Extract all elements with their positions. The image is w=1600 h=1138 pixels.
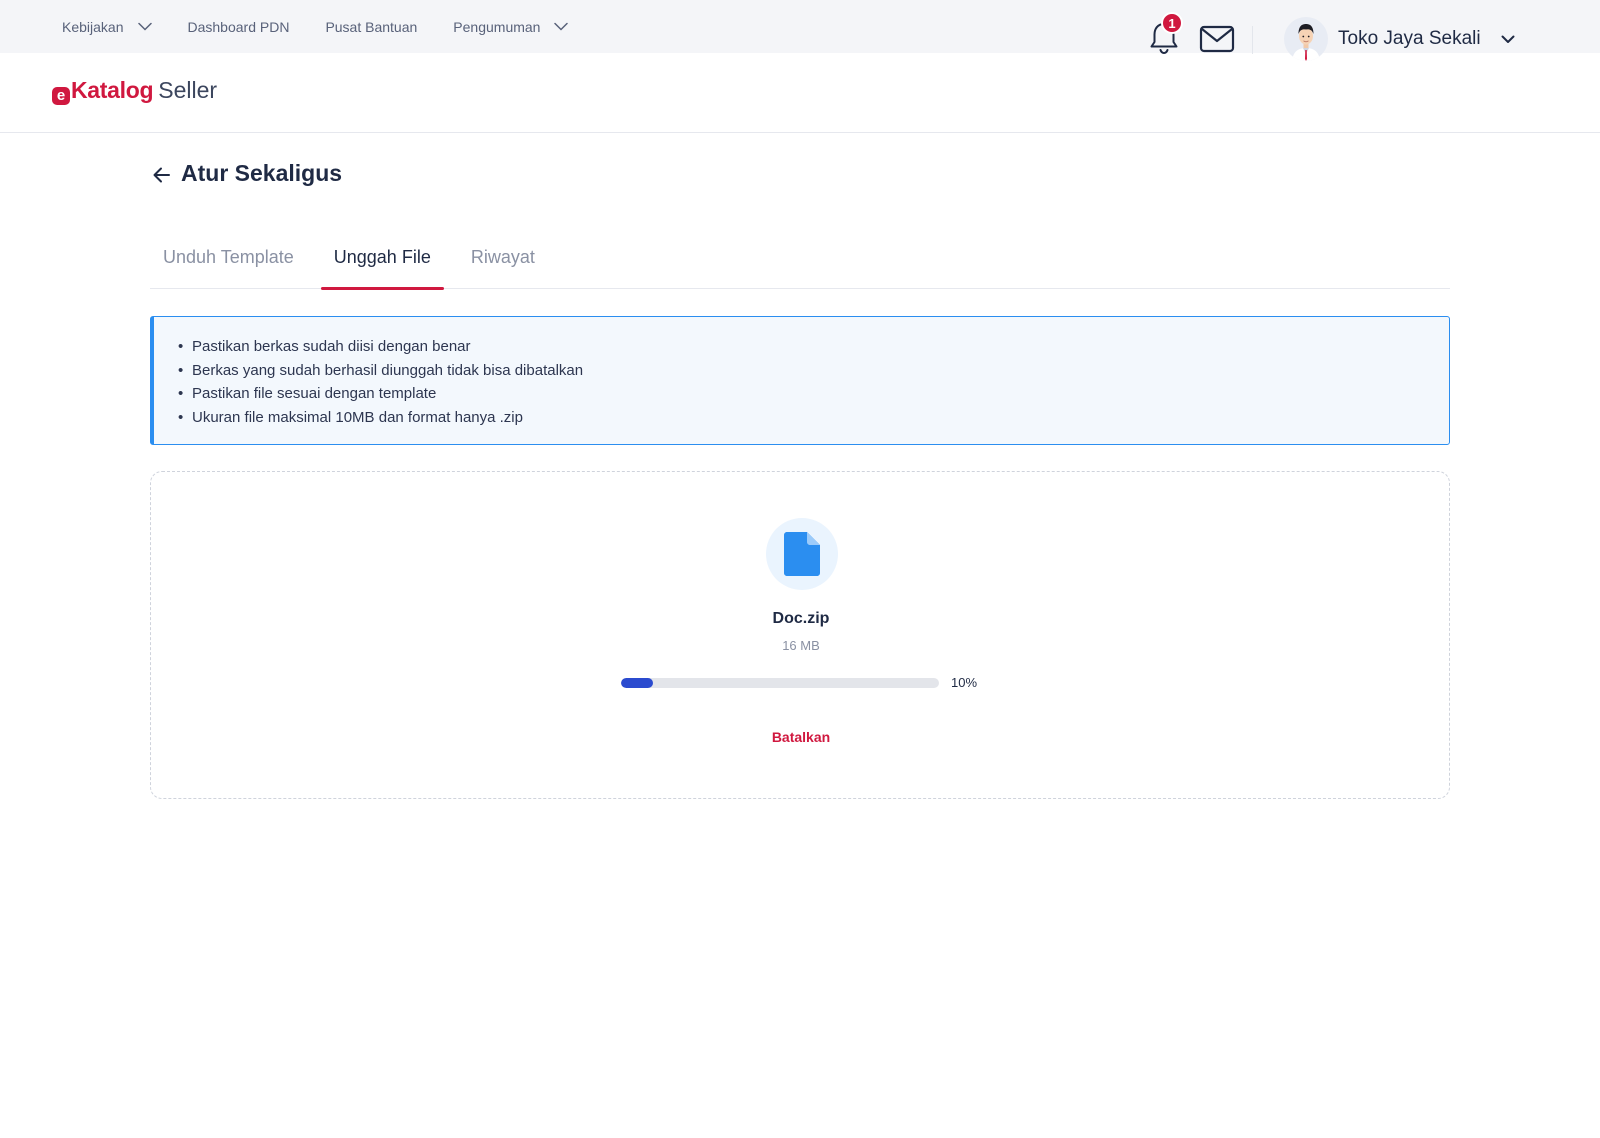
upload-progress-bar <box>621 678 939 688</box>
file-name: Doc.zip <box>772 610 830 627</box>
list-item: • Ukuran file maksimal 10MB dan format ha… <box>178 406 1449 430</box>
logo-mark: e <box>52 86 70 105</box>
list-item: • Pastikan berkas sudah diisi dengan bena… <box>178 335 1449 359</box>
upload-dropzone[interactable]: Doc.zip 16 MB 10% Batalkan <box>150 471 1450 799</box>
page-title: Atur Sekaligus <box>181 160 343 186</box>
topbar-item-label: Pengumuman <box>453 18 541 35</box>
mail-icon <box>1199 25 1235 53</box>
info-box: • Pastikan berkas sudah diisi dengan bena… <box>150 316 1450 445</box>
topbar-item-pusat-bantuan[interactable]: Pusat Bantuan <box>325 19 417 35</box>
arrow-left-icon <box>153 167 170 183</box>
file-icon-badge <box>766 518 838 590</box>
ekatalog-logo[interactable]: e Katalog Seller <box>52 77 218 105</box>
main-header: e Katalog Seller <box>0 53 1600 133</box>
upload-progress-label: 10% <box>951 675 978 690</box>
tab-unduh-template[interactable]: Unduh Template <box>150 225 307 289</box>
list-item: • Berkas yang sudah berhasil diunggah tid… <box>178 359 1449 383</box>
tab-unggah-file[interactable]: Unggah File <box>320 225 444 290</box>
info-text: Pastikan file sesuai dengan template <box>192 385 437 402</box>
info-text: Pastikan berkas sudah diisi dengan benar <box>192 338 471 355</box>
chevron-down-icon <box>554 22 569 31</box>
cancel-upload-button[interactable]: Batalkan <box>151 729 1451 745</box>
topbar-item-label: Dashboard PDN <box>187 18 290 35</box>
header-divider <box>1252 26 1253 54</box>
info-text: Ukuran file maksimal 10MB dan format han… <box>192 408 523 426</box>
topbar-item-label: Kebijakan <box>62 18 124 35</box>
list-item: • Pastikan file sesuai dengan template <box>178 382 1449 406</box>
upload-progress-fill <box>621 678 653 688</box>
tab-bar: Unduh Template Unggah File Riwayat <box>150 225 1450 290</box>
info-text: Berkas yang sudah berhasil diunggah tida… <box>192 361 584 379</box>
logo-name: Katalog <box>71 77 154 103</box>
info-list: • Pastikan berkas sudah diisi dengan bena… <box>178 335 1449 429</box>
messages-button[interactable] <box>1199 24 1235 54</box>
chevron-down-icon <box>137 22 152 31</box>
file-size: 16 MB <box>782 638 820 653</box>
notification-badge: 1 <box>1161 12 1183 34</box>
back-button[interactable] <box>151 164 173 186</box>
topbar-item-kebijakan[interactable]: Kebijakan <box>62 19 152 35</box>
file-icon <box>784 532 820 576</box>
logo-suffix: Seller <box>158 77 218 103</box>
avatar <box>1284 17 1328 61</box>
topbar-item-dashboard-pdn[interactable]: Dashboard PDN <box>188 19 290 35</box>
user-menu[interactable]: Toko Jaya Sekali <box>1284 17 1515 61</box>
user-name: Toko Jaya Sekali <box>1338 28 1481 49</box>
tab-riwayat[interactable]: Riwayat <box>458 225 548 289</box>
topbar-item-label: Pusat Bantuan <box>325 18 418 35</box>
topbar-item-pengumuman[interactable]: Pengumuman <box>453 18 569 35</box>
chevron-down-icon <box>1501 35 1515 44</box>
